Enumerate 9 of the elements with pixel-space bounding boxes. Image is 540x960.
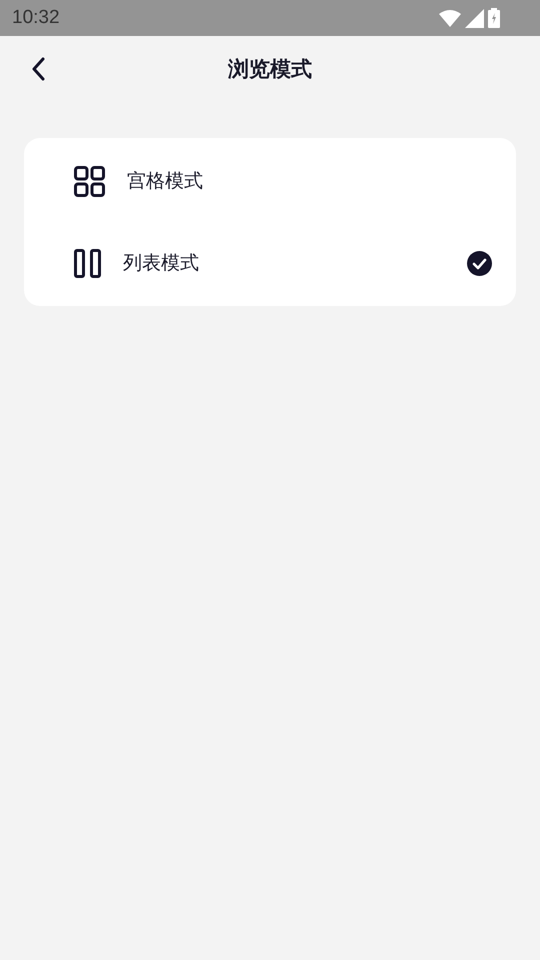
signal-icon <box>465 8 484 28</box>
grid-icon <box>74 166 105 196</box>
columns-icon <box>74 248 101 278</box>
status-time: 10:32 <box>12 7 60 29</box>
option-label[interactable]: 列表模式 <box>123 250 445 276</box>
battery-icon <box>488 8 500 28</box>
page-title: 浏览模式 <box>228 56 312 83</box>
option-label[interactable]: 宫格模式 <box>127 168 492 194</box>
wifi-icon <box>439 10 461 26</box>
